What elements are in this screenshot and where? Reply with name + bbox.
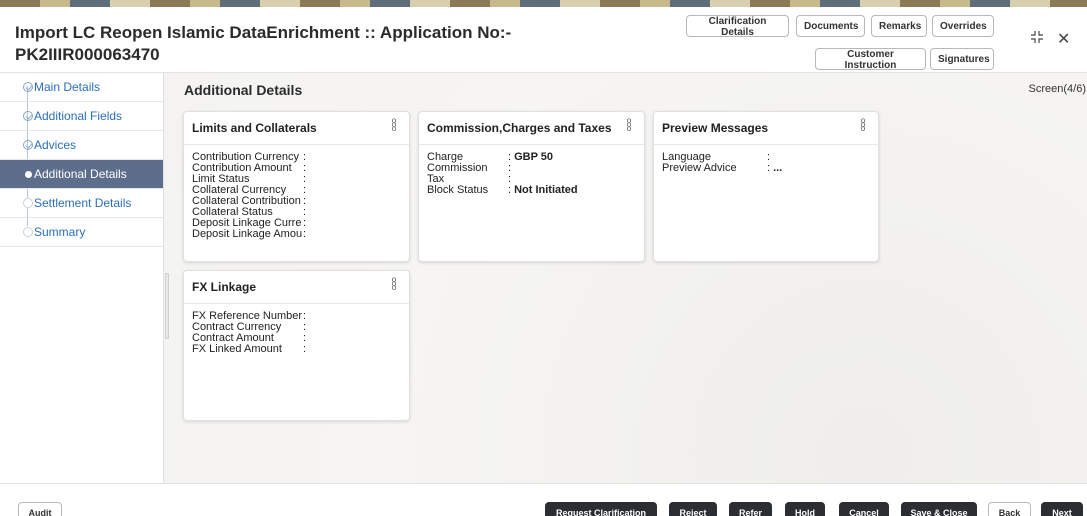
empty-circle-icon — [23, 227, 33, 237]
clarification-details-button[interactable]: Clarification Details — [686, 15, 789, 38]
kebab-menu-icon[interactable]: ooo — [626, 117, 632, 133]
field-row: Contribution Currency: — [192, 151, 307, 163]
documents-button[interactable]: Documents — [796, 15, 865, 37]
sidebar-item-label: Advices — [34, 138, 77, 152]
field-row: Contribution Amount: — [192, 162, 307, 174]
field-row: Preview Advice:... — [662, 162, 783, 174]
field-row: Deposit Linkage Currency: — [192, 217, 307, 229]
sidebar-item-label: Additional Details — [34, 167, 127, 181]
page-header: Import LC Reopen Islamic DataEnrichment … — [0, 7, 1087, 73]
top-decorative-strip — [0, 0, 1087, 7]
kebab-menu-icon[interactable]: ooo — [391, 276, 397, 292]
save-close-button[interactable]: Save & Close — [901, 502, 977, 516]
field-row: Limit Status: — [192, 173, 307, 185]
field-row: Contract Amount: — [192, 332, 307, 344]
sidebar-item-label: Main Details — [34, 80, 101, 94]
section-title: Additional Details — [184, 82, 303, 98]
remarks-button[interactable]: Remarks — [871, 15, 927, 37]
field-row: Collateral Contribution: — [192, 195, 307, 207]
sidebar-nav: Main Details Additional Fields Advices A… — [0, 73, 164, 483]
compress-icon[interactable] — [1031, 31, 1043, 46]
sidebar-item-summary[interactable]: Summary — [0, 218, 163, 247]
divider — [654, 144, 878, 145]
empty-circle-icon — [23, 198, 33, 208]
audit-button[interactable]: Audit — [18, 502, 62, 516]
sidebar-item-label: Settlement Details — [34, 196, 132, 210]
sidebar-item-advices[interactable]: Advices — [0, 131, 163, 160]
page-footer: Audit Request Clarification Reject Refer… — [0, 483, 1087, 516]
fx-linkage-card: FX Linkage ooo FX Reference Number: Cont… — [183, 270, 410, 421]
sidebar-item-label: Summary — [34, 225, 86, 239]
kebab-menu-icon[interactable]: ooo — [391, 117, 397, 133]
field-row: Commission: — [427, 162, 512, 174]
sidebar-item-additional-details[interactable]: Additional Details — [0, 160, 163, 189]
cancel-button[interactable]: Cancel — [839, 502, 889, 516]
card-title: Commission,Charges and Taxes — [427, 121, 612, 135]
card-title: Limits and Collaterals — [192, 121, 317, 135]
field-row: FX Reference Number: — [192, 310, 307, 322]
card-title: FX Linkage — [192, 280, 257, 294]
field-row: Block Status: Not Initiated — [427, 184, 578, 196]
page-title: Import LC Reopen Islamic DataEnrichment … — [15, 23, 512, 64]
divider — [184, 144, 409, 145]
customer-instruction-button[interactable]: Customer Instruction — [815, 48, 926, 71]
back-button[interactable]: Back — [988, 502, 1031, 516]
screen-indicator: Screen(4/6) — [1028, 83, 1086, 95]
current-dot-icon — [25, 171, 32, 178]
field-row: Charge: GBP 50 — [427, 151, 553, 163]
field-row: Collateral Currency: — [192, 184, 307, 196]
check-circle-icon — [23, 140, 33, 150]
field-row: Language: — [662, 151, 771, 163]
field-row: Contract Currency: — [192, 321, 307, 333]
check-circle-icon — [23, 82, 33, 92]
close-icon[interactable]: ✕ — [1057, 29, 1070, 49]
request-clarification-button[interactable]: Request Clarification — [545, 502, 657, 516]
sidebar-item-settlement-details[interactable]: Settlement Details — [0, 189, 163, 218]
next-button[interactable]: Next — [1041, 502, 1083, 516]
field-row: Deposit Linkage Amount: — [192, 228, 307, 240]
divider — [419, 144, 644, 145]
divider — [184, 303, 409, 304]
preview-messages-card: Preview Messages ooo Language: Preview A… — [653, 111, 879, 262]
field-row: Collateral Status: — [192, 206, 307, 218]
field-row: FX Linked Amount: — [192, 343, 307, 355]
sidebar-item-label: Additional Fields — [34, 109, 123, 123]
card-title: Preview Messages — [662, 121, 769, 135]
reject-button[interactable]: Reject — [669, 502, 717, 516]
check-circle-icon — [23, 111, 33, 121]
sidebar-item-main-details[interactable]: Main Details — [0, 73, 163, 102]
hold-button[interactable]: Hold — [785, 502, 825, 516]
signatures-button[interactable]: Signatures — [930, 48, 994, 70]
limits-collaterals-card: Limits and Collaterals ooo Contribution … — [183, 111, 410, 262]
main-content: Additional Details Screen(4/6) Limits an… — [165, 73, 1087, 483]
kebab-menu-icon[interactable]: ooo — [860, 117, 866, 133]
commission-charges-taxes-card: Commission,Charges and Taxes ooo Charge:… — [418, 111, 645, 262]
refer-button[interactable]: Refer — [729, 502, 772, 516]
sidebar-item-additional-fields[interactable]: Additional Fields — [0, 102, 163, 131]
panel-resize-handle[interactable] — [165, 273, 169, 339]
overrides-button[interactable]: Overrides — [932, 15, 994, 37]
